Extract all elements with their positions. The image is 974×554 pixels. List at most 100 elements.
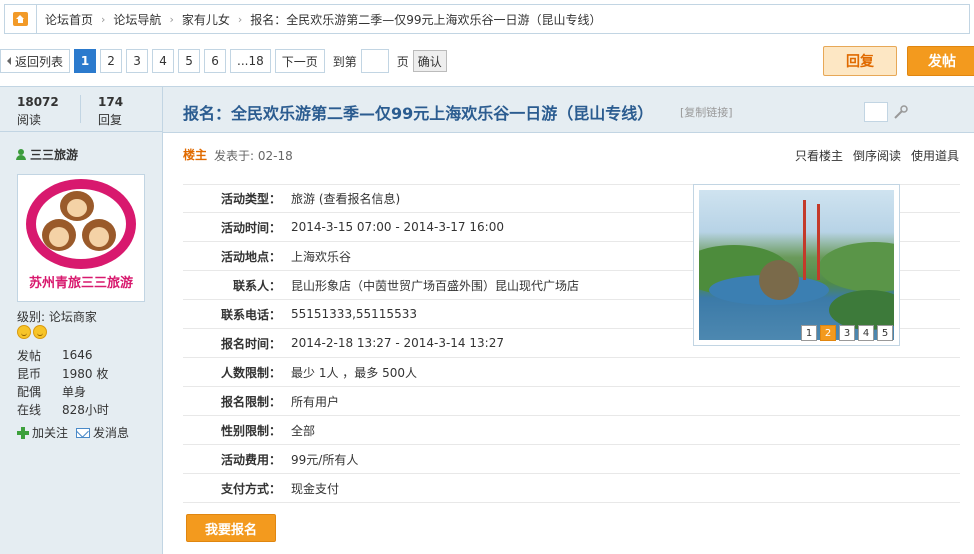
page-5[interactable]: 5: [178, 49, 201, 73]
page-4[interactable]: 4: [152, 49, 175, 73]
table-row: 性别限制： 全部: [183, 416, 960, 445]
page-last[interactable]: ...18: [230, 49, 271, 73]
activity-value[interactable]: 旅游 (查看报名信息): [281, 190, 400, 207]
breadcrumb-board[interactable]: 家有儿女: [182, 11, 230, 28]
goto-prefix: 到第: [332, 54, 357, 69]
next-page-button[interactable]: 下一页: [274, 49, 325, 73]
goto-confirm-button[interactable]: 确认: [412, 50, 447, 72]
user-info-value: 828小时: [62, 402, 109, 417]
user-actions: 加关注 发消息: [17, 424, 137, 441]
arrow-left-icon: [7, 57, 11, 65]
avatar[interactable]: 苏州青旅三三旅游: [17, 174, 145, 302]
activity-value: 最少 1人 ，最多 500人: [291, 365, 417, 380]
thread-title: 报名：全民欢乐游第二季—仅99元上海欢乐谷一日游（昆山专线）: [183, 104, 654, 123]
follow-label: 加关注: [32, 426, 69, 440]
smiley-icon: [17, 325, 31, 339]
user-level: 级别: 论坛商家: [17, 310, 97, 324]
goto-suffix: 页: [396, 54, 409, 69]
hill: [819, 242, 894, 292]
hill: [829, 290, 894, 330]
tower: [803, 200, 806, 280]
wrench-icon[interactable]: [893, 104, 909, 120]
reply-button[interactable]: 回复: [823, 46, 897, 76]
slide-dot-3[interactable]: 3: [839, 325, 855, 341]
activity-value: 上海欢乐谷: [291, 249, 352, 264]
reverse-order-link[interactable]: 倒序阅读: [853, 147, 901, 164]
thread-stats: 18072 阅读 174 回复: [0, 87, 162, 132]
user-info-value: 1646: [62, 348, 93, 362]
home-button[interactable]: [5, 5, 37, 33]
new-post-button[interactable]: 发帖: [907, 46, 974, 76]
activity-value: 99元/所有人: [291, 452, 359, 467]
plus-icon: [17, 426, 29, 439]
slide-dot-1[interactable]: 1: [801, 325, 817, 341]
breadcrumb-forum-nav[interactable]: 论坛导航: [113, 11, 161, 28]
page-2[interactable]: 2: [100, 49, 123, 73]
user-info: 发帖 1646 昆币 1980 枚 配偶 单身 在线 828小时: [17, 346, 109, 418]
user-info-row: 在线 828小时: [17, 400, 109, 418]
user-info-row: 昆币 1980 枚: [17, 364, 109, 382]
follow-button[interactable]: 加关注: [17, 424, 68, 441]
copy-link-button[interactable]: [复制链接]: [680, 104, 733, 120]
slide-dot-2[interactable]: 2: [820, 325, 836, 341]
activity-value: 全部: [291, 423, 316, 438]
title-tool-box[interactable]: [864, 102, 888, 122]
activity-value: 55151333,55115533: [291, 307, 417, 321]
user-info-key: 配偶: [17, 384, 42, 399]
activity-key: 活动费用：: [220, 452, 281, 467]
user-info-value: 1980 枚: [62, 366, 109, 381]
activity-key: 活动时间：: [220, 220, 281, 235]
smiley-icon: [33, 325, 47, 339]
only-op-link[interactable]: 只看楼主: [795, 147, 843, 164]
table-row: 支付方式： 现金支付: [183, 474, 960, 503]
thread-title-bar: 报名：全民欢乐游第二季—仅99元上海欢乐谷一日游（昆山专线） [复制链接]: [163, 86, 974, 133]
views-stat: 18072 阅读: [0, 87, 80, 131]
activity-value: 现金支付: [291, 481, 340, 496]
replies-count: 174: [98, 95, 124, 109]
back-to-list-button[interactable]: 返回列表: [0, 49, 71, 73]
views-count: 18072: [17, 95, 59, 109]
author-name[interactable]: 三三旅游: [16, 146, 78, 163]
breadcrumb-forum-home[interactable]: 论坛首页: [45, 11, 93, 28]
activity-slideshow: 1 2 3 4 5: [693, 184, 900, 346]
page-1[interactable]: 1: [74, 49, 97, 73]
send-message-button[interactable]: 发消息: [76, 424, 129, 441]
user-info-row: 配偶 单身: [17, 382, 109, 400]
breadcrumb: 论坛首页 › 论坛导航 › 家有儿女 › 报名：全民欢乐游第二季—仅99元上海欢…: [4, 4, 970, 34]
goto-page-input[interactable]: [360, 49, 389, 73]
page-3[interactable]: 3: [126, 49, 149, 73]
slideshow-image[interactable]: [699, 190, 894, 340]
post-date: 发表于: 02-18: [214, 149, 293, 163]
slide-dot-5[interactable]: 5: [877, 325, 893, 341]
chevron-right-icon: ›: [101, 12, 106, 26]
user-info-key: 在线: [17, 402, 42, 417]
post-meta-links: 只看楼主 倒序阅读 使用道具: [785, 147, 959, 164]
activity-key: 性别限制：: [220, 423, 281, 438]
avatar-text: 苏州青旅三三旅游: [28, 276, 133, 291]
table-row: 人数限制： 最少 1人 ，最多 500人: [183, 358, 960, 387]
user-rank-icons: [17, 325, 49, 339]
slide-dot-4[interactable]: 4: [858, 325, 874, 341]
activity-key: 报名限制：: [220, 394, 281, 409]
monkey-face: [49, 227, 69, 247]
table-row: 报名限制： 所有用户: [183, 387, 960, 416]
user-icon: [16, 149, 26, 160]
user-info-key: 昆币: [17, 366, 42, 381]
activity-value: 昆山形象店（中茵世贸广场百盛外围）昆山现代广场店: [291, 278, 580, 293]
back-to-list-label: 返回列表: [15, 54, 64, 69]
home-icon: [13, 12, 28, 26]
activity-key: 支付方式：: [220, 481, 281, 496]
table-row: 活动费用： 99元/所有人: [183, 445, 960, 474]
send-message-label: 发消息: [93, 426, 130, 440]
use-tools-link[interactable]: 使用道具: [911, 147, 959, 164]
replies-stat: 174 回复: [81, 87, 161, 131]
avatar-image: 苏州青旅三三旅游: [22, 179, 140, 297]
chevron-right-icon: ›: [169, 12, 174, 26]
slideshow-dots: 1 2 3 4 5: [798, 325, 893, 341]
join-activity-button[interactable]: 我要报名: [186, 514, 276, 542]
page-6[interactable]: 6: [204, 49, 227, 73]
op-badge: 楼主: [183, 148, 208, 162]
views-label: 阅读: [17, 113, 42, 127]
user-info-row: 发帖 1646: [17, 346, 109, 364]
activity-value: 2014-3-15 07:00 - 2014-3-17 16:00: [291, 220, 504, 234]
